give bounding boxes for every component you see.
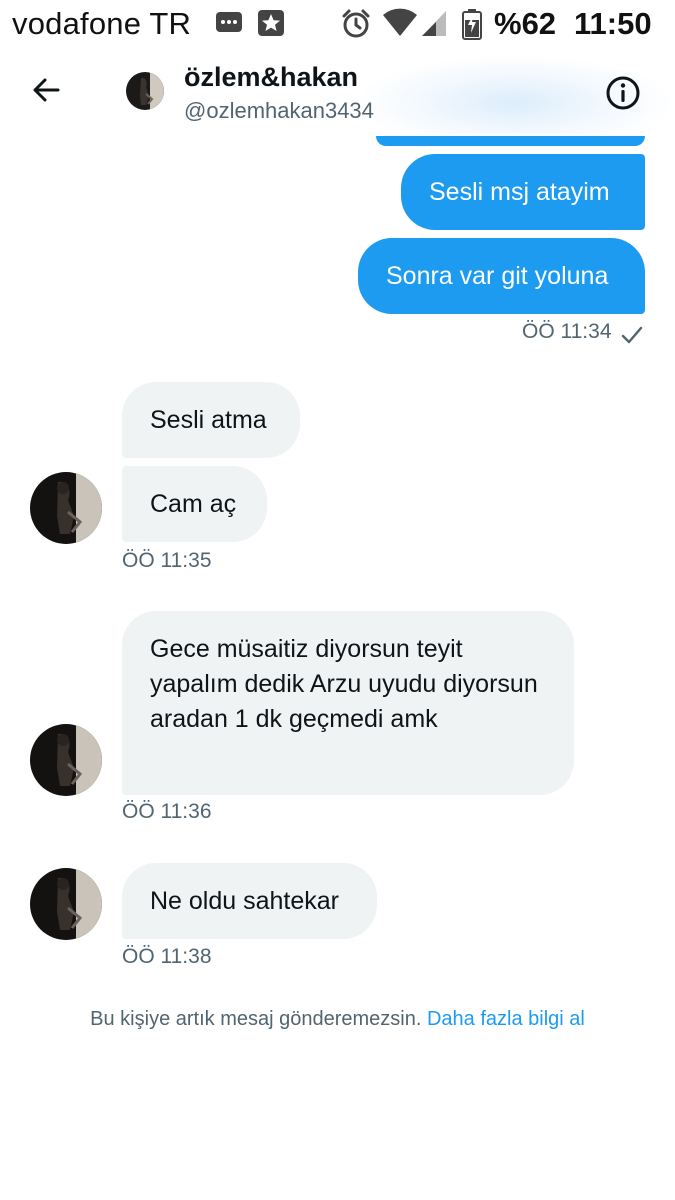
wifi-icon [382,8,418,43]
message-text: Sonra var git yoluna [386,262,609,290]
alarm-icon [340,8,372,45]
message-timestamp: ÖÖ 11:36 [122,800,212,823]
message-text: Sesli msj atayim [429,178,610,206]
message-text: Gece müsaitiz diyorsun teyit yapalım ded… [150,635,538,733]
message-list: Sesli msj atayim Sonra var git yoluna ÖÖ… [0,136,675,1044]
sender-avatar[interactable] [30,868,102,940]
sent-message-bubble[interactable]: Sonra var git yoluna [358,238,645,314]
back-button[interactable] [26,70,66,110]
message-timestamp: ÖÖ 11:38 [122,945,212,968]
info-icon [606,76,640,110]
status-bar: vodafone TR %62 11:50 [0,0,675,48]
contact-handle[interactable]: @ozlemhakan3434 [184,98,374,124]
arrow-left-icon [33,78,60,102]
battery-charging-icon [462,8,482,45]
info-button[interactable] [604,74,642,112]
message-text: Sesli atma [150,406,267,434]
message-text: Cam aç [150,490,237,518]
header-avatar[interactable] [126,72,164,110]
carrier-name: vodafone TR [12,6,192,41]
cannot-message-notice: Bu kişiye artık mesaj gönderemezsin. Dah… [0,1008,675,1031]
sent-message-bubble[interactable]: Sesli msj atayim [401,154,645,230]
status-clock: 11:50 [574,6,652,41]
sent-check-icon [621,326,643,344]
sender-avatar[interactable] [30,724,102,796]
message-text: Ne oldu sahtekar [150,887,340,915]
star-app-icon [256,8,286,43]
notice-text: Bu kişiye artık mesaj gönderemezsin. [90,1008,422,1030]
learn-more-link[interactable]: Daha fazla bilgi al [427,1008,585,1030]
received-message-bubble[interactable]: Sesli atma [122,382,300,458]
sender-avatar[interactable] [30,472,102,544]
battery-percent: %62 [494,6,557,41]
message-timestamp: ÖÖ 11:35 [122,549,212,572]
received-message-bubble[interactable]: Ne oldu sahtekar [122,863,377,939]
signal-icon [420,8,448,43]
message-notification-icon [214,8,244,43]
received-message-bubble[interactable]: Cam aç [122,466,267,542]
received-message-bubble[interactable]: Gece müsaitiz diyorsun teyit yapalım ded… [122,611,574,795]
conversation-header: özlem&hakan @ozlemhakan3434 [0,48,675,144]
previous-sent-bubble [376,136,645,146]
contact-name[interactable]: özlem&hakan [184,62,358,93]
message-timestamp: ÖÖ 11:34 [522,320,612,343]
